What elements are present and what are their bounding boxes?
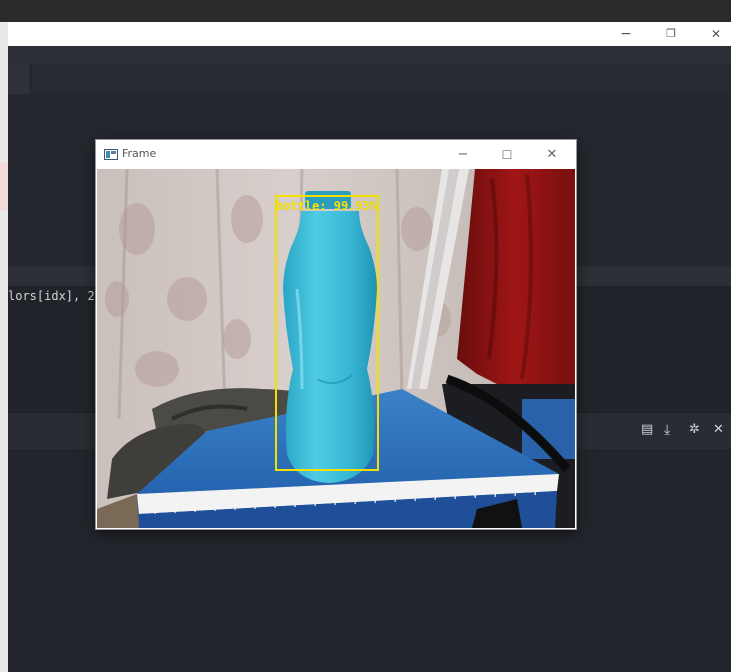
frame-app-icon [104,149,118,160]
editor-tab[interactable] [8,64,31,94]
top-strip [0,0,731,22]
code-line: lors[idx], 2 [8,289,95,303]
frame-maximize-button[interactable]: ☐ [485,143,529,167]
bg-minimize-button[interactable]: − [606,22,646,46]
ide-toolbar [8,46,731,64]
ide-tab-bar [8,64,731,94]
frame-close-button[interactable]: ✕ [530,143,574,167]
bg-close-button[interactable]: ✕ [696,22,731,46]
webcam-frame-image: bottle: 99.93% [97,169,575,528]
background-window-titlebar: − ❐ ✕ [8,22,731,47]
frame-window: Frame − ☐ ✕ bottle: 99.93% [96,140,576,529]
detection-box [275,195,379,471]
close-icon[interactable]: ✕ [713,423,724,437]
settings-icon[interactable]: ✲ [689,423,700,437]
frame-titlebar[interactable]: Frame − ☐ ✕ [96,140,576,169]
left-edge-highlight [0,162,8,210]
download-icon[interactable]: ⤓ [664,423,670,437]
frame-minimize-button[interactable]: − [441,143,485,167]
document-icon[interactable]: ▤ [641,423,653,437]
detection-label: bottle: 99.93% [276,199,378,213]
bg-restore-button[interactable]: ❐ [651,22,691,46]
frame-title: Frame [122,147,157,160]
left-window-edge [0,22,8,672]
